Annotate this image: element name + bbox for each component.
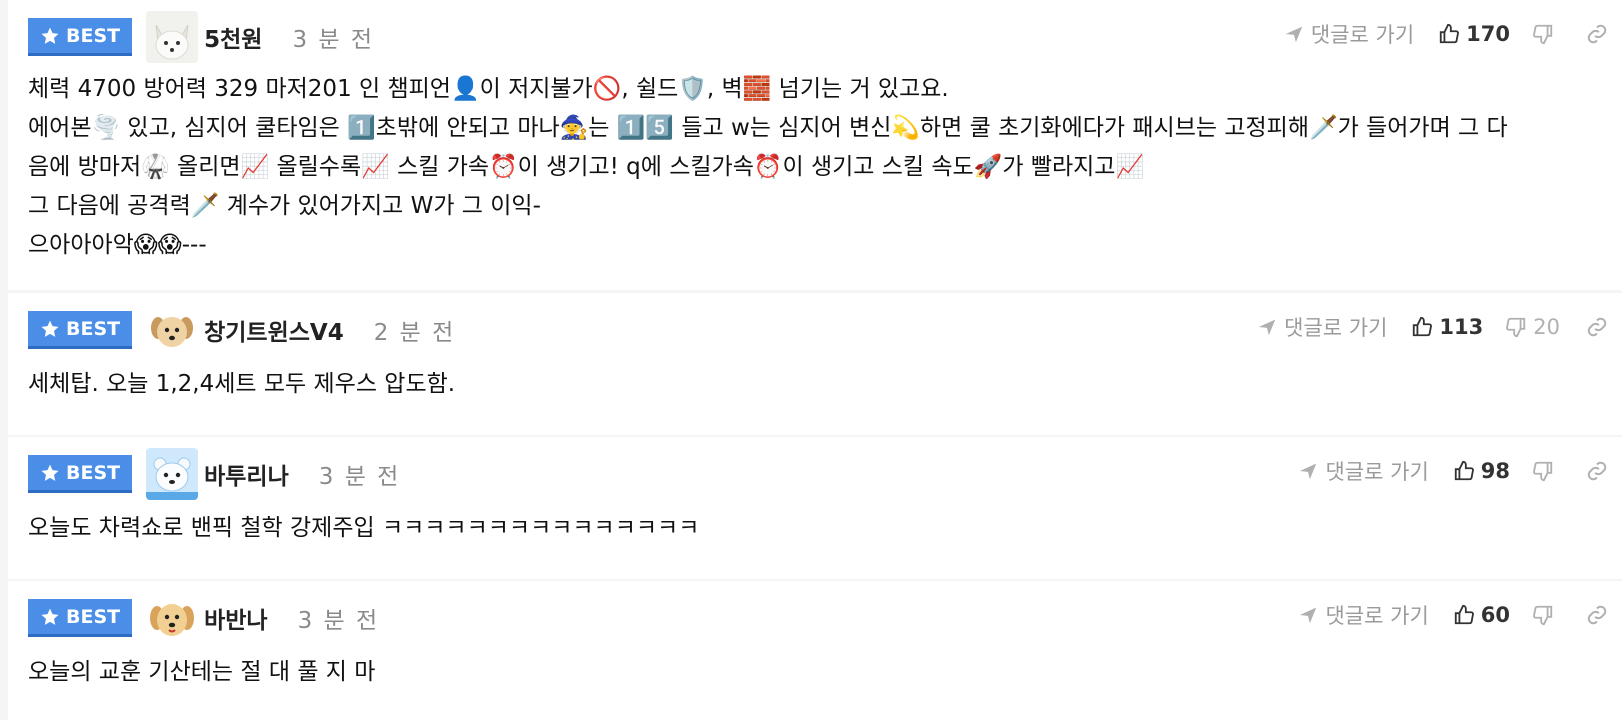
author-nickname[interactable]: 바반나 [204,601,267,635]
comment-actions: 댓글로 가기 60 [1297,595,1608,635]
thumbs-up-icon [1439,23,1460,44]
polar-bear-avatar-icon [146,448,199,500]
best-badge: BEST [28,18,133,56]
comment-actions: 댓글로 가기 113 20 [1256,307,1608,347]
thumbs-up-icon [1413,316,1433,337]
like-count: 98 [1480,459,1510,483]
like-count: 113 [1439,315,1484,339]
comment-time: 3 분 전 [292,27,375,53]
golden-puppy-avatar-icon [146,592,199,644]
best-label: BEST [66,317,121,340]
comment-line: 오늘의 교훈 기산테는 절 대 풀 지 마 [28,659,376,685]
reply-label: 댓글로 가기 [1284,316,1388,340]
thumbs-down-icon [1506,317,1526,338]
like-count: 60 [1480,603,1510,627]
link-icon [1587,461,1607,481]
dislike-count: 20 [1533,315,1560,339]
like-count: 170 [1466,22,1510,46]
author-nickname[interactable]: 창기트윈스V4 [204,313,344,347]
comment-item: BEST 바투리나 3 분 전 댓글로 가기 98 오늘도 차력쇼로 밴픽 철학… [8,437,1622,579]
best-label: BEST [66,24,121,47]
like-button[interactable]: 170 [1438,22,1510,46]
reply-label: 댓글로 가기 [1325,460,1429,484]
like-button[interactable]: 98 [1453,459,1510,483]
author-nickname[interactable]: 바투리나 [204,457,289,491]
comment-header: BEST 5천원 3 분 전 [28,11,375,63]
author-nickname[interactable]: 5천원 [204,20,262,54]
avatar[interactable] [146,448,199,500]
go-to-reply-button[interactable]: 댓글로 가기 [1256,312,1387,342]
comment-body: 세체탑. 오늘 1,2,4세트 모두 제우스 압도함. [28,365,1608,404]
comment-body: 오늘도 차력쇼로 밴픽 철학 강제주입 ㅋㅋㅋㅋㅋㅋㅋㅋㅋㅋㅋㅋㅋㅋㅋ [28,509,1608,548]
go-to-reply-button[interactable]: 댓글로 가기 [1283,19,1414,49]
send-arrow-icon [1258,319,1276,336]
go-to-reply-button[interactable]: 댓글로 가기 [1297,600,1429,630]
comment-line: 그 다음에 공격력🗡️ 계수가 있어가지고 W가 그 이익- [28,193,541,219]
comment-line: 체력 4700 방어력 329 마저201 인 챔피언👤이 저지불가🚫, 쉴드🛡… [28,76,949,102]
comment-line: 음에 방마저🥋 올리면📈 올릴수록📈 스킬 가속⏰이 생기고! q에 스킬가속⏰… [28,154,1145,180]
comment-header: BEST 창기트윈스V4 2 분 전 [28,304,456,356]
copy-link-button[interactable] [1586,23,1608,45]
star-icon [41,464,59,481]
comment-header: BEST 바투리나 3 분 전 [28,448,401,500]
thumbs-up-icon [1454,460,1474,481]
comment-line: 에어본🌪️ 있고, 심지어 쿨타임은 1️⃣초밖에 안되고 마나🧙는 1️⃣5️… [28,115,1508,141]
send-arrow-icon [1285,26,1303,43]
link-icon [1587,317,1607,337]
link-icon [1587,605,1607,625]
avatar[interactable] [146,304,199,356]
puppy-avatar-icon [146,304,199,356]
comment-line: 으아아아악😱😱--- [28,232,207,258]
avatar[interactable] [146,11,199,63]
dislike-button[interactable] [1532,460,1560,482]
thumbs-down-icon [1533,605,1553,626]
best-badge: BEST [28,311,133,349]
comment-body: 오늘의 교훈 기산테는 절 대 풀 지 마 [28,653,1608,692]
comment-time: 3 분 전 [297,608,380,634]
copy-link-button[interactable] [1586,460,1608,482]
comment-time: 2 분 전 [373,320,456,346]
comment-body: 체력 4700 방어력 329 마저201 인 챔피언👤이 저지불가🚫, 쉴드🛡… [28,70,1608,265]
link-icon [1587,24,1607,44]
comment-item: BEST 바반나 3 분 전 댓글로 가기 60 오늘의 교훈 기산테는 절 대… [8,581,1622,720]
comment-header: BEST 바반나 3 분 전 [28,592,380,644]
reply-label: 댓글로 가기 [1310,23,1415,47]
comment-time: 3 분 전 [318,464,401,490]
comment-line: 세체탑. 오늘 1,2,4세트 모두 제우스 압도함. [28,371,456,397]
best-badge: BEST [28,599,133,637]
thumbs-down-icon [1533,24,1553,45]
best-badge: BEST [28,455,133,493]
send-arrow-icon [1300,607,1317,624]
best-comment-list: BEST 5천원 3 분 전 댓글로 가기 170 체력 4700 방어력 32… [0,0,1622,720]
best-label: BEST [66,461,121,484]
like-button[interactable]: 113 [1411,315,1483,339]
white-fox-avatar-icon [146,11,199,63]
best-label: BEST [66,605,121,628]
dislike-button[interactable] [1532,23,1560,45]
star-icon [41,320,59,337]
thumbs-down-icon [1533,461,1553,482]
avatar[interactable] [146,592,199,644]
copy-link-button[interactable] [1586,604,1608,626]
comment-actions: 댓글로 가기 98 [1297,451,1608,491]
reply-label: 댓글로 가기 [1325,604,1429,628]
send-arrow-icon [1300,463,1317,480]
go-to-reply-button[interactable]: 댓글로 가기 [1297,456,1429,486]
star-icon [41,27,59,44]
comment-actions: 댓글로 가기 170 [1283,14,1608,54]
dislike-button[interactable]: 20 [1505,315,1560,339]
comment-line: 오늘도 차력쇼로 밴픽 철학 강제주입 ㅋㅋㅋㅋㅋㅋㅋㅋㅋㅋㅋㅋㅋㅋㅋ [28,515,700,541]
comment-item: BEST 창기트윈스V4 2 분 전 댓글로 가기 113 20 세체탑. 오늘… [8,293,1622,435]
comment-item: BEST 5천원 3 분 전 댓글로 가기 170 체력 4700 방어력 32… [8,0,1622,290]
like-button[interactable]: 60 [1453,603,1510,627]
star-icon [41,608,59,625]
copy-link-button[interactable] [1586,316,1608,338]
thumbs-up-icon [1454,604,1474,625]
dislike-button[interactable] [1532,604,1560,626]
